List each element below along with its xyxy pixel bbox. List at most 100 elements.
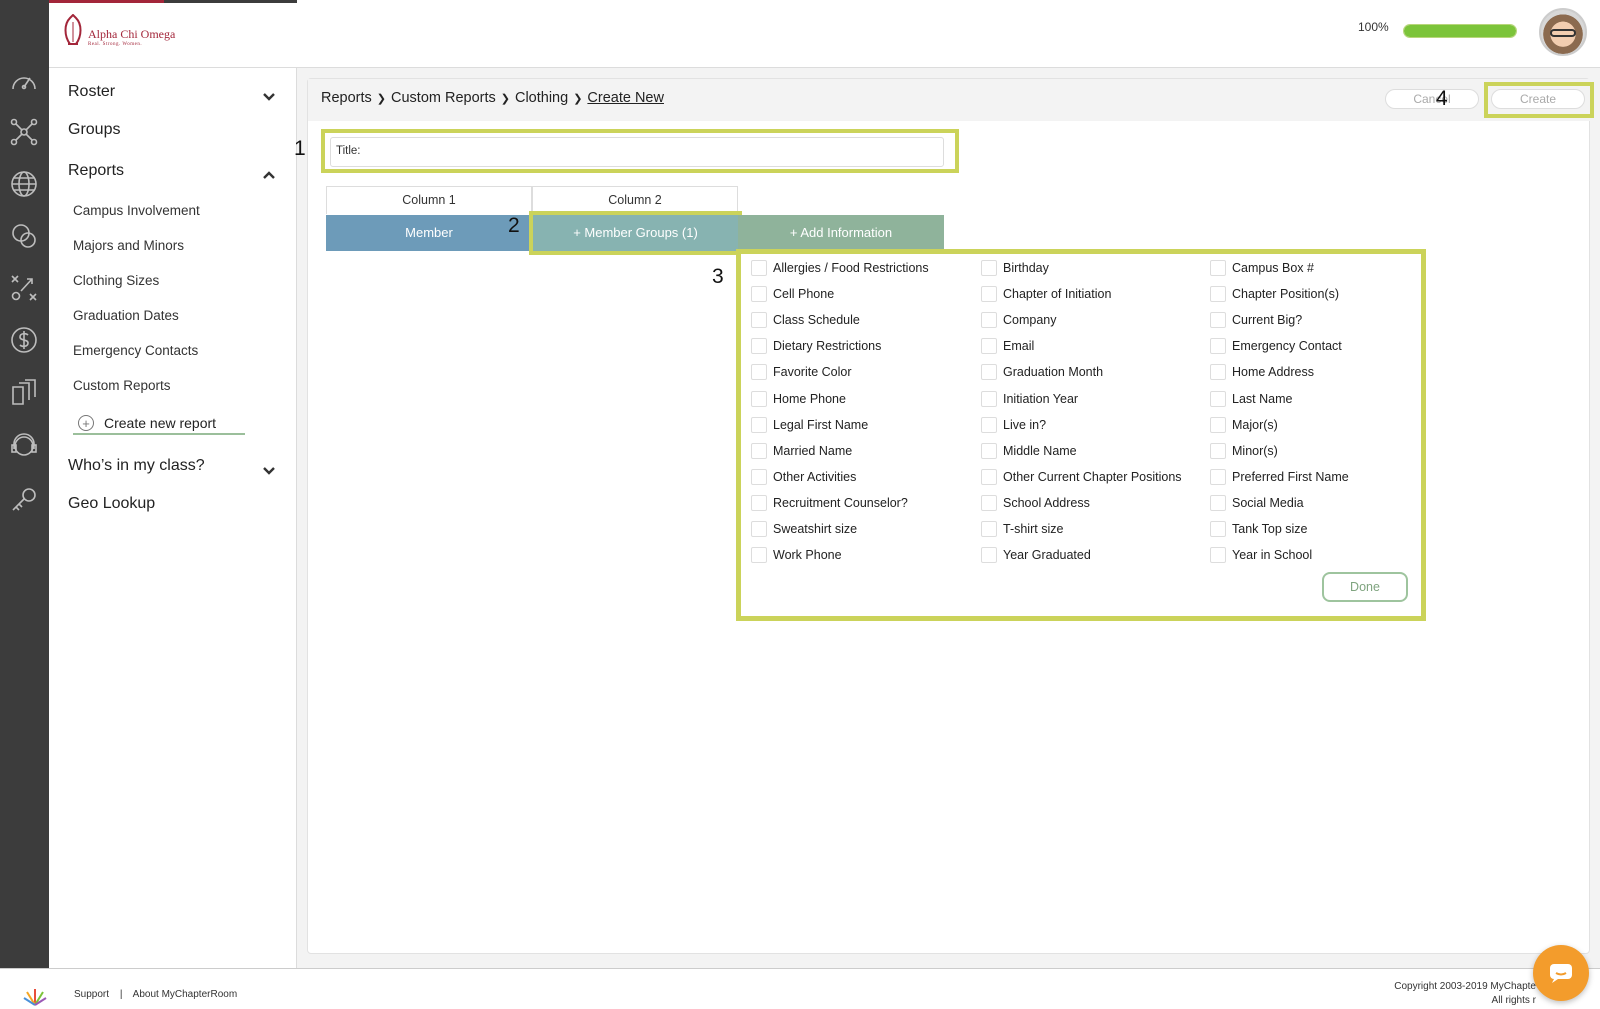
info-option-checkbox[interactable] — [1210, 494, 1226, 511]
breadcrumb-reports[interactable]: Reports — [321, 90, 372, 106]
info-option-checkbox[interactable] — [981, 442, 997, 459]
info-option-checkbox[interactable] — [1210, 338, 1226, 355]
chevron-down-icon[interactable] — [262, 90, 276, 104]
chevron-down-icon[interactable] — [262, 464, 276, 478]
info-option-checkbox[interactable] — [981, 364, 997, 381]
info-option-checkbox[interactable] — [751, 260, 767, 276]
create-button[interactable]: Create — [1491, 89, 1585, 109]
sidebar-item-reports[interactable]: Reports — [68, 162, 124, 180]
info-option[interactable]: Year Graduated — [981, 547, 1091, 564]
dashboard-icon[interactable] — [6, 64, 42, 100]
breadcrumb-current[interactable]: Create New — [587, 90, 664, 106]
info-option[interactable]: Legal First Name — [751, 416, 868, 433]
info-option-checkbox[interactable] — [981, 338, 997, 355]
info-option[interactable]: Middle Name — [981, 442, 1077, 459]
info-option[interactable]: T-shirt size — [981, 521, 1063, 537]
chat-bubbles-icon[interactable] — [6, 218, 42, 254]
info-option-checkbox[interactable] — [751, 364, 767, 381]
info-option-checkbox[interactable] — [1210, 390, 1226, 407]
sidebar-report-majors-minors[interactable]: Majors and Minors — [73, 238, 184, 253]
info-option[interactable]: Allergies / Food Restrictions — [751, 260, 929, 276]
keys-icon[interactable] — [6, 482, 42, 518]
info-option-checkbox[interactable] — [1210, 260, 1226, 276]
sidebar-item-roster[interactable]: Roster — [68, 83, 115, 101]
info-option[interactable]: School Address — [981, 494, 1090, 511]
sidebar-report-emergency-contacts[interactable]: Emergency Contacts — [73, 343, 198, 358]
sidebar-report-custom-reports[interactable]: Custom Reports — [73, 378, 171, 393]
title-input[interactable]: Title: — [330, 137, 944, 167]
info-option-checkbox[interactable] — [981, 547, 997, 564]
info-option[interactable]: Company — [981, 312, 1057, 329]
info-option-checkbox[interactable] — [1210, 416, 1226, 433]
info-option[interactable]: Preferred First Name — [1210, 468, 1349, 485]
info-option[interactable]: Favorite Color — [751, 364, 852, 381]
done-button[interactable]: Done — [1322, 572, 1408, 602]
info-option[interactable]: Year in School — [1210, 547, 1312, 564]
info-option-checkbox[interactable] — [1210, 442, 1226, 459]
sidebar-item-geo-lookup[interactable]: Geo Lookup — [68, 495, 155, 513]
network-icon[interactable] — [6, 114, 42, 150]
chevron-up-icon[interactable] — [262, 168, 276, 182]
info-option[interactable]: Dietary Restrictions — [751, 338, 881, 355]
info-option[interactable]: Work Phone — [751, 547, 842, 564]
sidebar-item-whos-in-my-class[interactable]: Who’s in my class? — [68, 457, 205, 475]
info-option[interactable]: Emergency Contact — [1210, 338, 1342, 355]
info-option-checkbox[interactable] — [981, 286, 997, 303]
info-option[interactable]: Home Address — [1210, 364, 1314, 381]
info-option-checkbox[interactable] — [751, 494, 767, 511]
sidebar-report-campus-involvement[interactable]: Campus Involvement — [73, 203, 200, 218]
info-option[interactable]: Major(s) — [1210, 416, 1278, 433]
about-link[interactable]: About MyChapterRoom — [133, 989, 238, 1000]
info-option-checkbox[interactable] — [751, 338, 767, 355]
info-option[interactable]: Class Schedule — [751, 312, 860, 329]
column-member[interactable]: Member — [326, 215, 532, 251]
dollar-icon[interactable] — [6, 322, 42, 358]
info-option[interactable]: Chapter Position(s) — [1210, 286, 1339, 303]
create-new-report-link[interactable]: + Create new report — [73, 413, 245, 435]
info-option[interactable]: Sweatshirt size — [751, 521, 857, 537]
info-option-checkbox[interactable] — [981, 260, 997, 276]
info-option-checkbox[interactable] — [1210, 521, 1226, 537]
info-option[interactable]: Live in? — [981, 416, 1046, 433]
chapter-logo[interactable]: Alpha Chi Omega Real. Strong. Women. — [62, 14, 175, 48]
info-option-checkbox[interactable] — [751, 416, 767, 433]
info-option-checkbox[interactable] — [1210, 468, 1226, 485]
breadcrumb-custom-reports[interactable]: Custom Reports — [391, 90, 496, 106]
cancel-button[interactable]: Cancel — [1385, 89, 1479, 109]
info-option-checkbox[interactable] — [981, 390, 997, 407]
info-option[interactable]: Social Media — [1210, 494, 1304, 511]
info-option-checkbox[interactable] — [1210, 364, 1226, 381]
support-headset-icon[interactable] — [6, 428, 42, 464]
globe-icon[interactable] — [6, 166, 42, 202]
info-option-checkbox[interactable] — [751, 312, 767, 329]
info-option-checkbox[interactable] — [981, 468, 997, 485]
add-information-button[interactable]: + Add Information — [738, 215, 944, 251]
info-option[interactable]: Married Name — [751, 442, 852, 459]
info-option-checkbox[interactable] — [751, 468, 767, 485]
info-option[interactable]: Minor(s) — [1210, 442, 1278, 459]
info-option[interactable]: Cell Phone — [751, 286, 834, 303]
info-option[interactable]: Initiation Year — [981, 390, 1078, 407]
documents-icon[interactable] — [6, 374, 42, 410]
chat-button[interactable] — [1533, 945, 1589, 1001]
info-option[interactable]: Campus Box # — [1210, 260, 1314, 276]
breadcrumb-clothing[interactable]: Clothing — [515, 90, 568, 106]
info-option-checkbox[interactable] — [981, 494, 997, 511]
info-option[interactable]: Birthday — [981, 260, 1049, 276]
info-option-checkbox[interactable] — [1210, 286, 1226, 303]
info-option-checkbox[interactable] — [751, 390, 767, 407]
info-option-checkbox[interactable] — [981, 416, 997, 433]
info-option[interactable]: Last Name — [1210, 390, 1292, 407]
support-link[interactable]: Support — [74, 989, 109, 1000]
info-option[interactable]: Graduation Month — [981, 364, 1103, 381]
strategy-icon[interactable] — [6, 270, 42, 306]
info-option-checkbox[interactable] — [981, 521, 997, 537]
info-option[interactable]: Home Phone — [751, 390, 846, 407]
info-option[interactable]: Tank Top size — [1210, 521, 1308, 537]
info-option-checkbox[interactable] — [751, 286, 767, 303]
sidebar-item-groups[interactable]: Groups — [68, 121, 120, 139]
sidebar-report-graduation-dates[interactable]: Graduation Dates — [73, 308, 179, 323]
info-option[interactable]: Other Activities — [751, 468, 856, 485]
info-option[interactable]: Recruitment Counselor? — [751, 494, 908, 511]
info-option-checkbox[interactable] — [1210, 547, 1226, 564]
